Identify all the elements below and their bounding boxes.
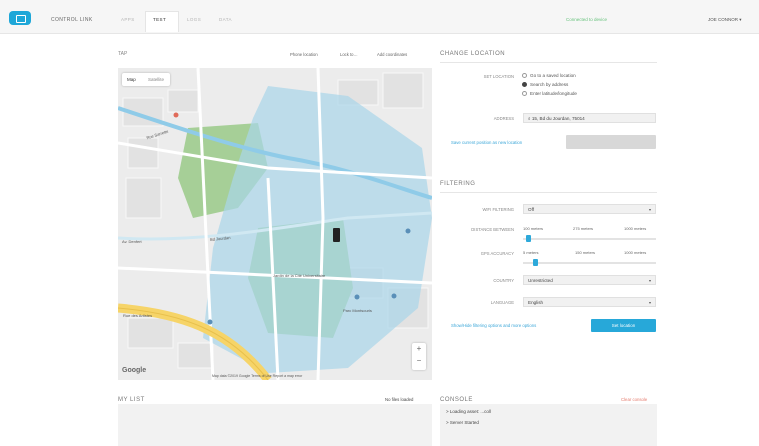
accuracy-tick: 1000 meters [624,250,647,255]
poi-icon [354,294,360,300]
country-label: COUNTRY [493,278,514,283]
connection-status: Connected to device [566,17,608,22]
language-select[interactable]: English ▾ [523,297,656,307]
street-label: Jardin de la Cité Universitaire [273,273,326,278]
set-location-label: SET LOCATION [483,74,514,79]
wifi-filtering-label: WIFI FILTERING [482,207,514,212]
address-label: ADDRESS [493,116,514,121]
poi-icon [405,228,411,234]
address-value: 15, Bd du Jourdan, 75014 [531,116,585,121]
distance-label: DISTANCE BETWEEN [471,227,514,232]
radio-icon [522,82,527,87]
file-list-panel [118,404,432,446]
lock-link[interactable]: Lock to… [340,52,358,57]
zoom-control: + − [412,343,426,370]
distance-tick: 100 meters [523,226,544,231]
tab-logs[interactable]: LOGS [187,17,201,22]
poi-icon [391,293,397,299]
street-label: Av. Denfert [122,239,142,244]
tab-data[interactable]: DATA [219,17,232,22]
radio-search-address[interactable]: Search by address [522,82,568,87]
chevron-down-icon: ▾ [648,300,651,305]
accuracy-slider-track[interactable] [523,262,656,264]
map-type-toggle[interactable]: Map Satellite [122,73,170,86]
poi-icon [173,112,179,118]
my-list-title: MY LIST [118,397,145,403]
wifi-value: Off [528,207,535,212]
google-logo: Google [122,367,147,374]
user-name: JOE CONNOR [708,17,739,22]
clear-console-link[interactable]: Clear console [621,397,647,402]
map-type-map[interactable]: Map [127,77,136,82]
accuracy-slider-thumb[interactable] [533,259,539,266]
console-line: > Loading asset: ...coll [446,409,491,414]
app-logo-icon[interactable] [9,11,31,25]
user-menu[interactable]: JOE CONNOR ▾ [708,17,742,23]
radio-saved-location[interactable]: Go to a saved location [522,73,576,78]
change-location-title: CHANGE LOCATION [440,51,506,57]
zoom-in-button[interactable]: + [412,344,426,353]
radio-icon [522,73,527,78]
divider [440,192,657,193]
poi-icon [207,319,213,325]
radio-icon [522,91,527,96]
street-label: Rue des Artistes [123,313,153,318]
language-value: English [528,300,544,305]
distance-slider-thumb[interactable] [525,235,531,242]
address-input[interactable]: ⌕ 15, Bd du Jourdan, 75014 [523,113,656,123]
distance-tick: 275 meters [573,226,594,231]
distance-tick: 1000 meters [624,226,647,231]
tab-test[interactable]: TEST [153,17,166,22]
map-graphic [118,68,432,380]
radio-label: Go to a saved location [530,73,576,78]
divider [440,62,657,63]
phone-location-link[interactable]: Phone location [290,52,318,57]
top-bar: CONTROL LINK APPS TEST LOGS DATA Connect… [0,0,759,34]
filtering-options-link[interactable]: Show/Hide filtering options and more opt… [451,323,536,328]
chevron-down-icon: ▾ [739,17,742,22]
chevron-down-icon: ▾ [648,207,651,212]
street-label: Parc Montsouris [343,308,372,313]
map-title: TAP [118,51,128,57]
map-canvas[interactable]: Rue Sarrette Av. Denfert Bd Jourdan Rue … [118,68,432,380]
gps-accuracy-label: GPS ACCURACY [480,251,514,256]
country-select[interactable]: Unrestricted ▾ [523,275,656,285]
tab-apps[interactable]: APPS [121,17,135,22]
add-coordinates-link[interactable]: Add coordinates [377,52,407,57]
radio-label: Enter latitude/longitude [530,91,577,96]
map-type-satellite[interactable]: Satellite [148,77,164,82]
chevron-down-icon: ▾ [648,278,651,283]
wifi-filtering-select[interactable]: Off ▾ [523,204,656,214]
accuracy-tick: 150 meters [575,250,596,255]
filtering-title: FILTERING [440,181,476,187]
console-line: > Server Started [446,420,479,425]
brand-name: CONTROL LINK [51,17,93,23]
country-value: Unrestricted [528,278,553,283]
accuracy-tick: 5 meters [523,250,539,255]
zoom-out-button[interactable]: − [412,356,426,365]
console-title: CONSOLE [440,397,473,403]
language-label: LANGUAGE [490,300,514,305]
radio-label: Search by address [530,82,569,87]
distance-slider-track[interactable] [523,238,656,240]
map-attribution[interactable]: Map data ©2019 Google Terms of Use Repor… [212,374,302,378]
radio-lat-long[interactable]: Enter latitude/longitude [522,91,577,96]
no-files-note: No files loaded [385,397,414,402]
apply-location-button[interactable]: Set location [591,319,656,332]
save-position-link[interactable]: Save current position as new location [451,140,522,145]
phone-marker-icon [333,228,340,242]
set-location-button-disabled[interactable] [566,135,656,149]
